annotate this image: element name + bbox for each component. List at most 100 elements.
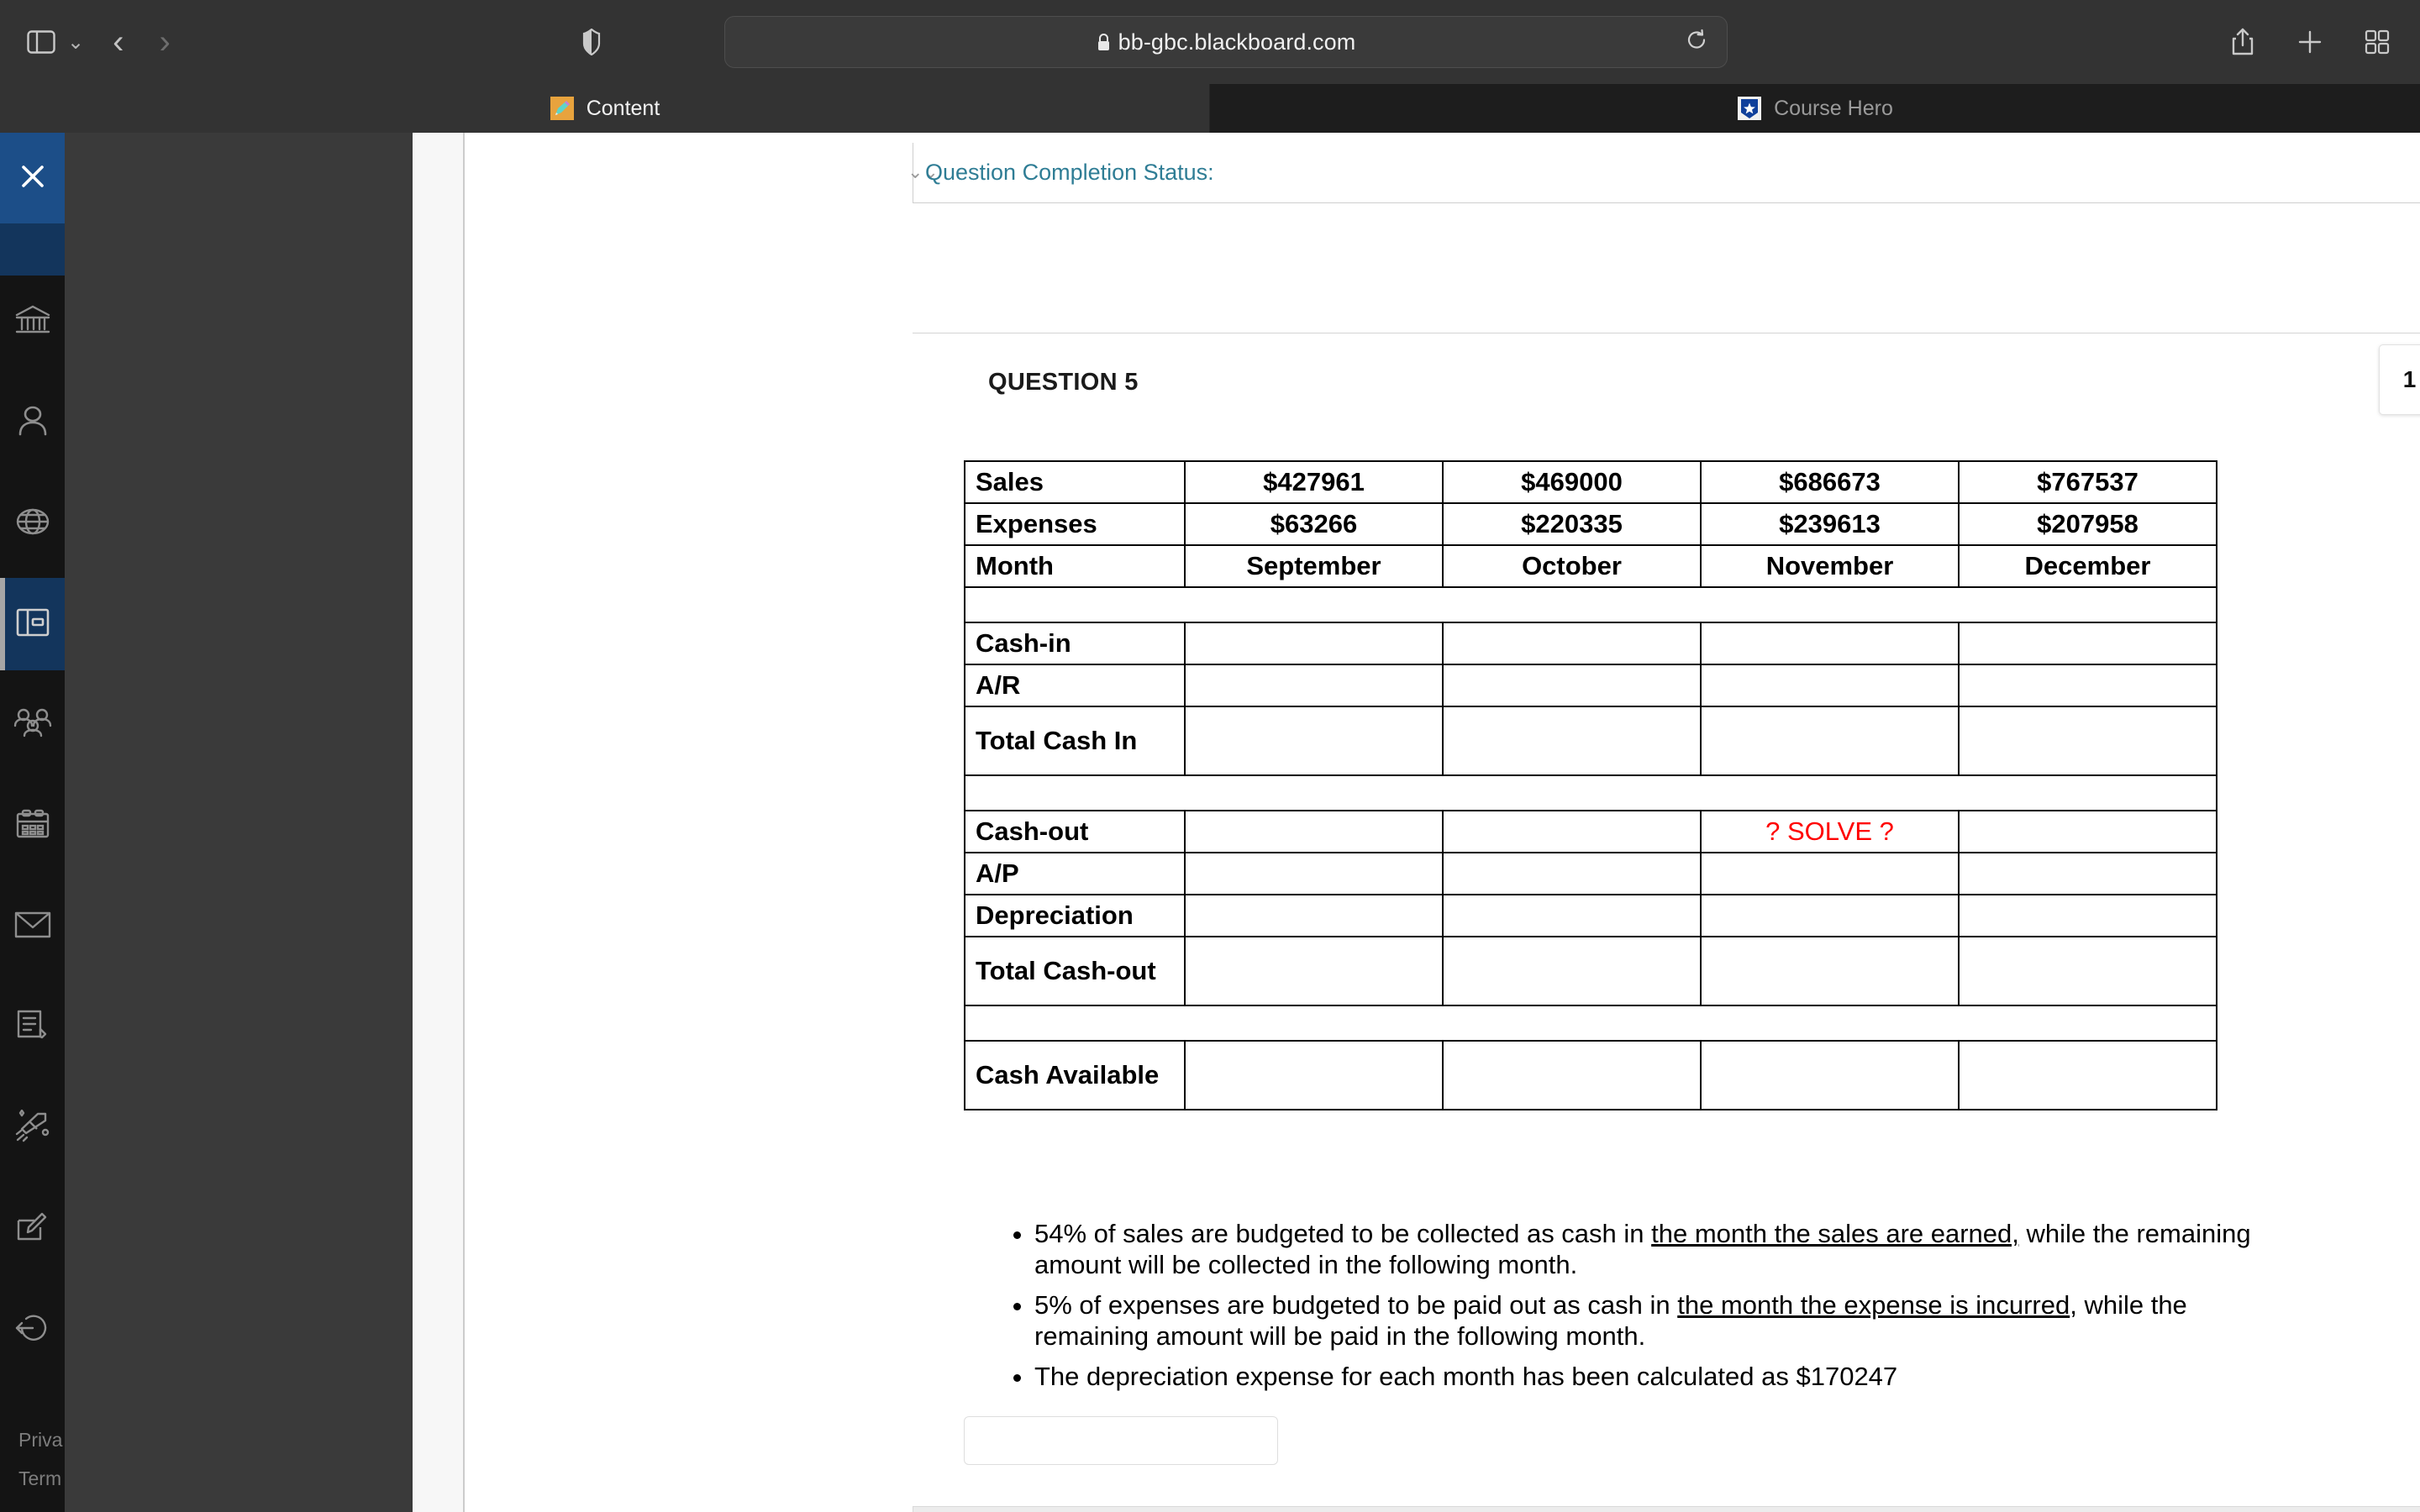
table-cell: $220335: [1442, 502, 1702, 546]
budget-table: Sales $427961 $469000 $686673 $767537 Expense…: [964, 460, 2217, 1110]
tab-label: Course Hero: [1774, 96, 1893, 120]
table-cell: [1700, 936, 1960, 1006]
table-cell: [1958, 936, 2217, 1006]
points-box: 1 points Save Answer: [2378, 344, 2420, 415]
table-cell: [1184, 936, 1444, 1006]
table-cell: [1958, 810, 2217, 853]
table-row: A/P: [964, 852, 2217, 895]
assumptions-list: 54% of sales are budgeted to be collecte…: [1001, 1219, 2261, 1403]
tab-content[interactable]: Content: [0, 84, 1210, 133]
tab-course-hero[interactable]: Course Hero: [1210, 84, 2420, 133]
terms-link[interactable]: Term: [18, 1467, 61, 1490]
table-row-label: Cash-in: [964, 622, 1186, 665]
table-cell: [1700, 894, 1960, 937]
budget-table-body: Sales $427961 $469000 $686673 $767537 Expense…: [964, 460, 2217, 1110]
close-icon: [16, 160, 50, 197]
table-cell: $63266: [1184, 502, 1444, 546]
sidebar-item-grades[interactable]: [0, 981, 65, 1074]
back-button[interactable]: ‹: [113, 24, 124, 61]
grades-icon: [15, 1009, 50, 1047]
table-cell: October: [1442, 544, 1702, 588]
forward-button[interactable]: ›: [159, 24, 170, 61]
shield-privacy-icon[interactable]: [582, 29, 601, 55]
solve-marker: ? SOLVE ?: [1700, 810, 1960, 853]
sidebar-item-messages[interactable]: [0, 880, 65, 973]
chevron-down-icon[interactable]: ⌄: [67, 30, 84, 55]
table-cell: $767537: [1958, 460, 2217, 504]
tab-overview-icon[interactable]: [2365, 29, 2390, 55]
table-row: [964, 1005, 2217, 1042]
reload-icon[interactable]: [1685, 29, 1708, 56]
sidebar-item-tools[interactable]: [0, 1082, 65, 1174]
rocket-icon: [14, 1109, 51, 1147]
table-spacer-cell: [964, 1005, 2217, 1042]
table-cell: December: [1958, 544, 2217, 588]
table-cell: [1442, 1040, 1702, 1110]
table-row: Expenses $63266 $220335 $239613 $207958: [964, 502, 2217, 546]
list-item: The depreciation expense for each month …: [1034, 1362, 2261, 1393]
sidebar-item-courses[interactable]: [0, 578, 65, 670]
table-row: Total Cash In: [964, 706, 2217, 776]
sidebar-item-organizations[interactable]: [0, 679, 65, 771]
table-row-label: Sales: [964, 460, 1186, 504]
table-cell: [1184, 810, 1444, 853]
table-row-label: Depreciation: [964, 894, 1186, 937]
table-cell: [1442, 664, 1702, 707]
sidebar-item-institution[interactable]: [0, 276, 65, 368]
table-cell: [1958, 664, 2217, 707]
sidebar-item-sign-out[interactable]: [0, 1284, 65, 1376]
edit-square-icon: [15, 1210, 50, 1248]
table-cell: [1700, 622, 1960, 665]
table-cell: [1700, 852, 1960, 895]
table-cell: [1958, 894, 2217, 937]
table-cell: [1184, 664, 1444, 707]
table-cell: [1184, 706, 1444, 776]
table-cell: [1184, 852, 1444, 895]
browser-chrome: ⌄ ‹ › bb-gbc.blackboard.com: [0, 0, 2420, 84]
plus-icon[interactable]: [2297, 29, 2323, 55]
groups-icon: [13, 707, 52, 743]
envelope-icon: [14, 911, 51, 943]
table-cell: [1442, 894, 1702, 937]
privacy-link[interactable]: Priva: [18, 1429, 62, 1452]
list-item: 5% of expenses are budgeted to be paid o…: [1034, 1290, 2261, 1352]
address-bar[interactable]: bb-gbc.blackboard.com: [724, 16, 1728, 68]
table-row-label: Month: [964, 544, 1186, 588]
pencil-favicon: [550, 96, 575, 121]
answer-input[interactable]: [964, 1416, 1278, 1465]
table-cell: $239613: [1700, 502, 1960, 546]
nav-close-tail: [0, 223, 65, 276]
table-row: Cash-in: [964, 622, 2217, 665]
share-icon[interactable]: [2230, 28, 2255, 56]
toolbar-right-actions: [2230, 0, 2390, 84]
table-cell: [1958, 706, 2217, 776]
content-canvas: ⌄⌄ Question Completion Status: QUESTION …: [413, 133, 2420, 1512]
sidebar-item-admin[interactable]: [0, 1183, 65, 1275]
table-row-label: A/R: [964, 664, 1186, 707]
table-row-label: Total Cash-out: [964, 936, 1186, 1006]
table-row: A/R: [964, 664, 2217, 707]
blackboard-side-panel: [65, 133, 413, 1512]
question-completion-status-bar: ⌄⌄ Question Completion Status:: [908, 143, 2420, 203]
table-row: Sales $427961 $469000 $686673 $767537: [964, 460, 2217, 504]
table-row: Cash Available: [964, 1040, 2217, 1110]
table-row-label: Expenses: [964, 502, 1186, 546]
lock-icon: [1097, 33, 1111, 52]
courses-icon: [15, 606, 50, 643]
table-cell: [1700, 664, 1960, 707]
table-row: [964, 586, 2217, 623]
table-cell: $207958: [1958, 502, 2217, 546]
coursehero-shield-favicon: [1737, 96, 1762, 121]
underlined-phrase: the month the expense is incurred: [1677, 1290, 2070, 1320]
sidebar-toggle-icon[interactable]: [27, 30, 55, 54]
table-cell: [1442, 622, 1702, 665]
list-item: 54% of sales are budgeted to be collecte…: [1034, 1219, 2261, 1280]
table-cell: [1958, 622, 2217, 665]
sidebar-item-calendar[interactable]: [0, 780, 65, 872]
sidebar-item-activity-stream[interactable]: [0, 477, 65, 570]
question-completion-status-label[interactable]: Question Completion Status:: [925, 160, 1214, 186]
table-spacer-cell: [964, 774, 2217, 811]
browser-toolbar: ⌄ ‹ › bb-gbc.blackboard.com: [0, 0, 2420, 84]
sidebar-item-close[interactable]: [0, 133, 65, 223]
sidebar-item-profile[interactable]: [0, 376, 65, 469]
